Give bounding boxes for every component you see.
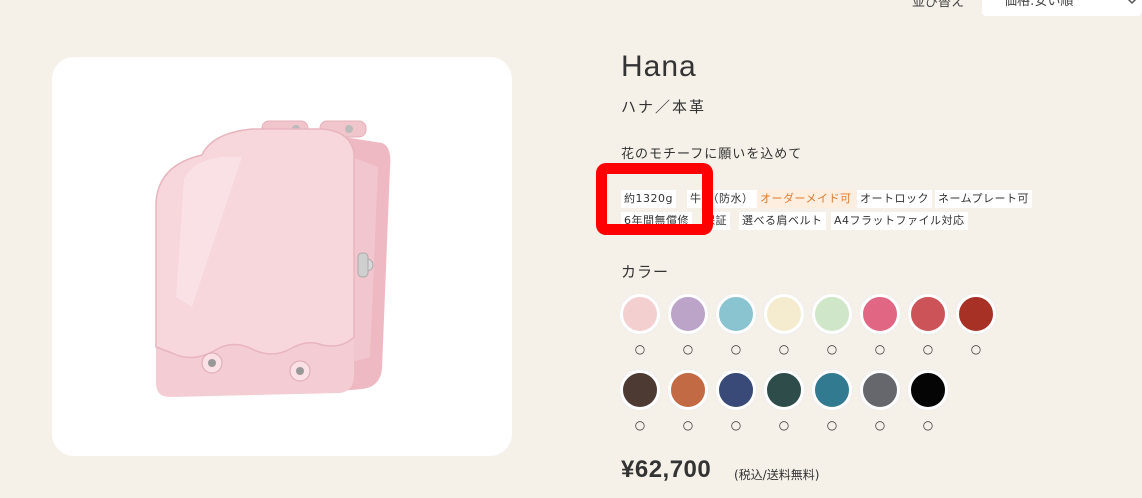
color-availability-mark: ○ bbox=[730, 418, 742, 432]
color-swatch[interactable] bbox=[620, 370, 660, 410]
tag-a4-file: A4フラットファイル対応 bbox=[831, 212, 968, 230]
color-swatch[interactable] bbox=[668, 370, 708, 410]
color-swatch[interactable] bbox=[716, 370, 756, 410]
chevron-down-icon bbox=[1127, 0, 1137, 5]
product-image[interactable] bbox=[52, 57, 512, 456]
tag-custom-order: オーダーメイド可 bbox=[757, 190, 855, 208]
color-availability-mark: ○ bbox=[922, 342, 934, 356]
color-availability-mark: ○ bbox=[778, 418, 790, 432]
color-swatch[interactable] bbox=[860, 294, 900, 334]
sort-selected-value: 価格:安い順 bbox=[1004, 0, 1074, 9]
color-availability-mark: ○ bbox=[682, 418, 694, 432]
color-availability-mark: ○ bbox=[922, 418, 934, 432]
color-availability-mark: ○ bbox=[730, 342, 742, 356]
color-availability-mark: ○ bbox=[874, 342, 886, 356]
color-availability-mark: ○ bbox=[682, 342, 694, 356]
color-swatch[interactable] bbox=[716, 294, 756, 334]
color-swatch[interactable] bbox=[620, 294, 660, 334]
color-swatch[interactable] bbox=[764, 294, 804, 334]
color-availability-mark: ○ bbox=[778, 342, 790, 356]
price-note: (税込/送料無料) bbox=[734, 468, 820, 482]
tag-shoulder-belt: 選べる肩ベルト bbox=[739, 212, 826, 230]
color-availability-mark: ○ bbox=[874, 418, 886, 432]
color-swatch[interactable] bbox=[908, 370, 948, 410]
product-catchphrase: 花のモチーフに願いを込めて bbox=[621, 147, 803, 162]
color-swatch[interactable] bbox=[956, 294, 996, 334]
color-swatch[interactable] bbox=[908, 294, 948, 334]
color-heading: カラー bbox=[621, 263, 670, 281]
randoseru-illustration bbox=[155, 120, 391, 397]
color-swatch[interactable] bbox=[860, 370, 900, 410]
color-availability-mark: ○ bbox=[826, 342, 838, 356]
highlight-annotation-box bbox=[596, 163, 713, 235]
color-swatch[interactable] bbox=[764, 370, 804, 410]
color-availability-mark: ○ bbox=[826, 418, 838, 432]
color-availability-mark: ○ bbox=[970, 342, 982, 356]
tag-name-plate: ネームプレート可 bbox=[935, 190, 1033, 208]
color-swatch[interactable] bbox=[812, 294, 852, 334]
product-price: ¥62,700 bbox=[621, 456, 712, 483]
sort-select[interactable]: 価格:安い順 bbox=[982, 0, 1142, 16]
color-swatch[interactable] bbox=[668, 294, 708, 334]
color-swatch[interactable] bbox=[812, 370, 852, 410]
color-availability-mark: ○ bbox=[634, 418, 646, 432]
product-page: 並び替え 価格:安い順 Hana ハナ／本革 花のモチーフに願いを込めて 約13… bbox=[0, 0, 1142, 498]
sort-label: 並び替え bbox=[912, 0, 965, 10]
color-availability-mark: ○ bbox=[634, 342, 646, 356]
product-name: Hana bbox=[621, 50, 697, 83]
tag-auto-lock: オートロック bbox=[857, 190, 932, 208]
product-subname: ハナ／本革 bbox=[621, 98, 707, 116]
